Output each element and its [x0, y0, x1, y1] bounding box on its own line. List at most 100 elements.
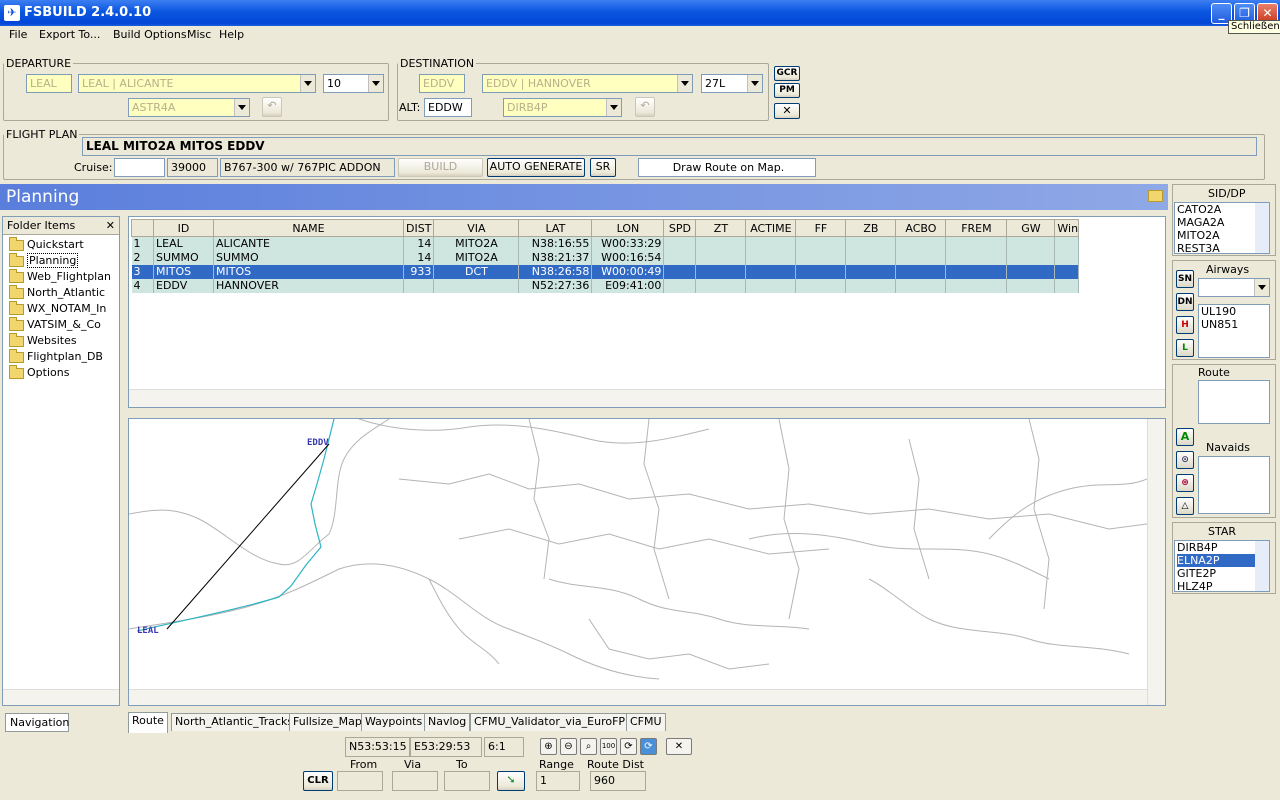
magnifier-icon[interactable]: ⌕	[580, 738, 597, 755]
table-cell[interactable]	[1006, 264, 1056, 279]
destination-refresh-button[interactable]: ↶	[635, 97, 655, 117]
table-cell[interactable]: N38:26:58	[518, 264, 593, 279]
table-cell[interactable]	[795, 278, 847, 293]
table-cell[interactable]: DCT	[433, 264, 520, 279]
airways-select[interactable]	[1198, 278, 1270, 297]
sync-icon[interactable]: ⟳	[640, 738, 657, 755]
table-cell[interactable]	[1054, 236, 1080, 251]
zoom-100-icon[interactable]: 100	[600, 738, 617, 755]
departure-runway-select[interactable]: 10	[323, 74, 384, 93]
col-zb[interactable]: ZB	[845, 219, 897, 237]
clear-map-icon[interactable]: ✕	[666, 738, 692, 755]
sid-list[interactable]: CATO2A MAGA2A MITO2A REST3A	[1174, 202, 1270, 255]
folder-wx-notam[interactable]: WX_NOTAM_In	[9, 301, 106, 317]
go-arrow-icon[interactable]: ➘	[497, 771, 525, 791]
col-actime[interactable]: ACTIME	[745, 219, 797, 237]
table-cell[interactable]: 14	[403, 236, 435, 251]
sr-button[interactable]: SR	[590, 158, 616, 177]
table-cell[interactable]	[745, 264, 797, 279]
table-cell[interactable]	[695, 278, 747, 293]
table-cell[interactable]	[945, 250, 1008, 265]
table-cell[interactable]	[695, 236, 747, 251]
col-dist[interactable]: DIST	[402, 219, 435, 237]
table-cell[interactable]	[795, 236, 847, 251]
star-scrollbar[interactable]	[1255, 541, 1269, 591]
table-cell[interactable]	[1054, 250, 1080, 265]
grid-hscrollbar[interactable]	[129, 389, 1165, 407]
col-id[interactable]: ID	[153, 219, 214, 237]
folder-quickstart[interactable]: Quickstart	[9, 237, 84, 253]
table-cell[interactable]	[845, 264, 897, 279]
table-cell[interactable]	[1006, 250, 1056, 265]
tree-hscrollbar[interactable]	[3, 689, 119, 705]
table-row[interactable]: 1 LEAL ALICANTE 14 MITO2A N38:16:55 W00:33:29	[131, 236, 1080, 251]
table-cell[interactable]	[663, 278, 697, 293]
star-list[interactable]: DIRB4P ELNA2P GITE2P HLZ4P	[1174, 540, 1270, 593]
waypoint-triangle-icon[interactable]: △	[1176, 497, 1194, 515]
table-cell[interactable]	[1054, 278, 1080, 293]
build-button[interactable]: BUILD	[398, 158, 483, 177]
table-cell[interactable]	[895, 264, 947, 279]
pm-button[interactable]: PM	[774, 83, 800, 98]
navigation-tab[interactable]: Navigation	[5, 713, 69, 732]
auto-generate-button[interactable]: AUTO GENERATE	[487, 158, 585, 177]
folder-options[interactable]: Options	[9, 365, 69, 381]
table-cell[interactable]: MITO2A	[433, 236, 520, 251]
table-cell[interactable]	[695, 250, 747, 265]
chevron-down-icon[interactable]	[606, 99, 621, 116]
col-acbo[interactable]: ACBO	[895, 219, 947, 237]
airways-list[interactable]: UL190 UN851	[1198, 304, 1270, 358]
col-wind[interactable]: Wind	[1054, 219, 1080, 237]
table-row[interactable]: 2 SUMMO SUMMO 14 MITO2A N38:21:37 W00:16:54	[131, 250, 1080, 265]
map-vscrollbar[interactable]	[1147, 419, 1165, 705]
table-cell[interactable]: W00:33:29	[591, 236, 665, 251]
col-zt[interactable]: ZT	[695, 219, 747, 237]
col-lat[interactable]: LAT	[518, 219, 593, 237]
table-cell[interactable]: E09:41:00	[591, 278, 665, 293]
destination-airport-select[interactable]: EDDV | HANNOVER	[482, 74, 693, 93]
table-cell[interactable]: SUMMO	[213, 250, 404, 265]
menu-build-options[interactable]: Build Options	[113, 28, 187, 41]
table-cell[interactable]	[845, 236, 897, 251]
table-cell[interactable]: 3	[131, 264, 154, 279]
departure-airport-select[interactable]: LEAL | ALICANTE	[78, 74, 316, 93]
tab-fullsize-map[interactable]: Fullsize_Map	[289, 713, 366, 731]
via-field[interactable]	[392, 771, 438, 791]
departure-refresh-button[interactable]: ↶	[262, 97, 282, 117]
table-cell[interactable]: N38:16:55	[518, 236, 593, 251]
folder-web-flightplan[interactable]: Web_Flightplan	[9, 269, 111, 285]
table-cell[interactable]	[845, 250, 897, 265]
range-field[interactable]: 1	[536, 771, 580, 791]
table-cell[interactable]: 1	[131, 236, 154, 251]
navaids-list[interactable]	[1198, 456, 1270, 514]
clr-button[interactable]: CLR	[303, 771, 333, 791]
table-cell[interactable]	[695, 264, 747, 279]
table-cell[interactable]	[945, 278, 1008, 293]
to-field[interactable]	[444, 771, 490, 791]
table-cell[interactable]: ALICANTE	[213, 236, 404, 251]
table-cell[interactable]	[1054, 264, 1080, 279]
col-ff[interactable]: FF	[795, 219, 847, 237]
col-spd[interactable]: SPD	[663, 219, 697, 237]
chevron-down-icon[interactable]	[1254, 279, 1269, 296]
map-hscrollbar[interactable]	[129, 689, 1147, 705]
table-cell[interactable]: W00:00:49	[591, 264, 665, 279]
table-cell[interactable]	[433, 278, 520, 293]
table-cell[interactable]: N38:21:37	[518, 250, 593, 265]
vor-icon[interactable]: ⊙	[1176, 451, 1194, 469]
gcr-button[interactable]: GCR	[774, 66, 800, 81]
menu-help[interactable]: Help	[219, 28, 244, 41]
table-cell[interactable]	[945, 264, 1008, 279]
altitude-field[interactable]: 39000	[167, 158, 218, 177]
table-cell[interactable]	[663, 264, 697, 279]
dn-button[interactable]: DN	[1176, 293, 1194, 311]
cruise-field[interactable]	[114, 158, 165, 177]
col-frem[interactable]: FREM	[945, 219, 1008, 237]
sid-scrollbar[interactable]	[1255, 203, 1269, 253]
ndb-icon[interactable]: ⊛	[1176, 474, 1194, 492]
table-cell[interactable]	[845, 278, 897, 293]
table-cell[interactable]	[663, 236, 697, 251]
table-cell[interactable]	[745, 278, 797, 293]
aircraft-field[interactable]: B767-300 w/ 767PIC ADDON	[220, 158, 395, 177]
a-button[interactable]: A	[1176, 428, 1194, 446]
